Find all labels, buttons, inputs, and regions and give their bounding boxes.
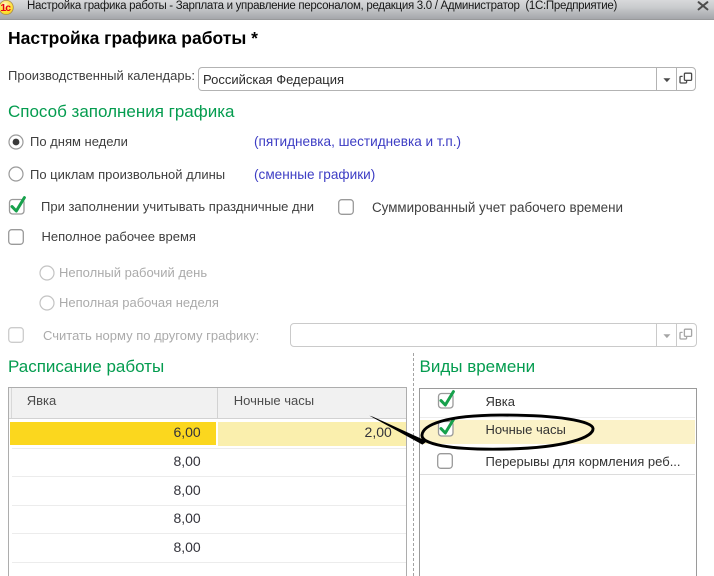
svg-text:1с: 1с xyxy=(0,2,11,14)
